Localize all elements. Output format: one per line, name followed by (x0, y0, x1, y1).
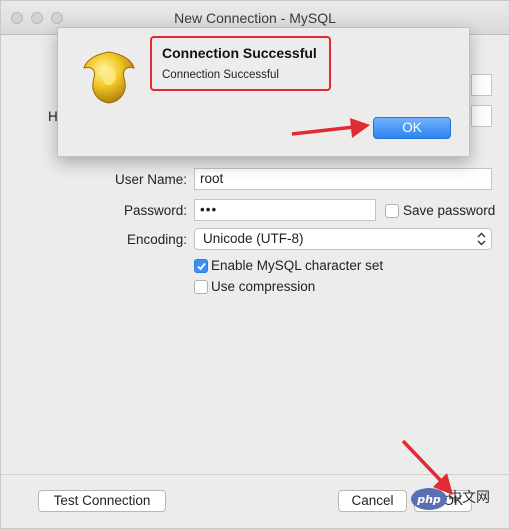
save-password-label: Save password (403, 203, 496, 218)
save-password-checkbox[interactable] (385, 204, 399, 218)
navicat-logo-icon (83, 51, 135, 104)
encoding-label: Encoding: (126, 232, 187, 247)
password-field[interactable]: ••• (194, 199, 376, 221)
window-title: New Connection - MySQL (174, 10, 336, 26)
checkmark-icon (197, 262, 206, 271)
host-field[interactable] (471, 105, 492, 127)
enable-mysql-charset-label: Enable MySQL character set (211, 258, 384, 273)
annotation-arrow-icon (401, 439, 453, 495)
use-compression-checkbox[interactable] (194, 280, 208, 294)
encoding-select[interactable]: Unicode (UTF-8) (194, 228, 492, 250)
annotation-arrow-icon (291, 118, 370, 138)
encoding-value: Unicode (UTF-8) (203, 231, 304, 246)
user-name-label: User Name: (114, 172, 187, 187)
test-connection-button[interactable]: Test Connection (38, 490, 166, 512)
enable-mysql-charset-checkbox[interactable] (194, 259, 208, 273)
use-compression-label: Use compression (211, 279, 316, 294)
alert-message: Connection Successful (162, 69, 279, 81)
password-label: Password: (123, 203, 187, 218)
cancel-button[interactable]: Cancel (338, 490, 407, 512)
connection-name-field[interactable] (471, 74, 492, 96)
alert-ok-button[interactable]: OK (373, 117, 451, 139)
alert-title: Connection Successful (162, 45, 317, 61)
chevron-updown-icon (477, 232, 486, 246)
user-name-field[interactable]: root (194, 168, 492, 190)
connection-successful-alert: Connection Successful Connection Success… (57, 27, 470, 157)
